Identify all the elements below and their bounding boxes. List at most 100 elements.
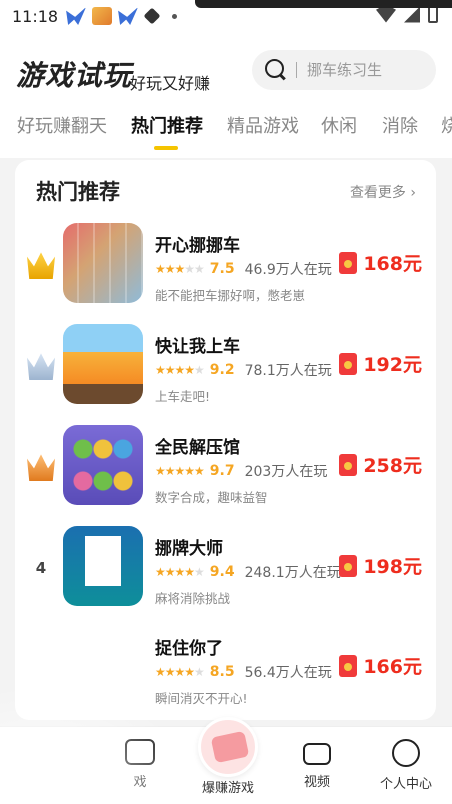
- red-packet-icon: [339, 352, 358, 375]
- nav-video[interactable]: 视频: [277, 739, 357, 790]
- rating-stars-icon: ★★★★★: [155, 363, 205, 377]
- tab-premium-games[interactable]: 精品游戏: [227, 112, 299, 138]
- hot-recommend-card: 热门推荐 查看更多 › 开心挪挪车 ★★★★★ 7.5 46.9万人在玩 能不能…: [15, 160, 436, 720]
- game-row[interactable]: 4 挪牌大师 ★★★★★ 9.4 248.1万人在玩 麻将消除挑战 198元: [15, 526, 436, 626]
- red-packet-icon: [339, 654, 358, 677]
- page-title: 游戏试玩: [16, 59, 133, 92]
- game-meta: ★★★★★ 9.7 203万人在玩: [155, 461, 327, 481]
- nav-label: 个人中心: [379, 777, 432, 792]
- game-name: 全民解压馆: [155, 438, 240, 458]
- see-more-link[interactable]: 查看更多 ›: [350, 182, 416, 202]
- red-packet-icon: [339, 251, 358, 274]
- reward-amount: 168元: [363, 253, 422, 275]
- reward-amount: 258元: [363, 455, 422, 477]
- game-row[interactable]: 开心挪挪车 ★★★★★ 7.5 46.9万人在玩 能不能把车挪好啊，憋老崽 16…: [15, 223, 436, 323]
- game-name: 捉住你了: [155, 639, 223, 659]
- game-desc: 上车走吧!: [155, 389, 211, 404]
- parking-game-icon[interactable]: [63, 223, 143, 303]
- reward-amount: 198元: [363, 556, 422, 578]
- tab-hot-recommend[interactable]: 热门推荐: [131, 112, 203, 138]
- game-row[interactable]: 全民解压馆 ★★★★★ 9.7 203万人在玩 数字合成，趣味益智 258元: [15, 425, 436, 525]
- category-tabs: 好玩赚翻天 热门推荐 精品游戏 休闲 消除 烧: [0, 102, 452, 158]
- game-rating: 7.5: [209, 261, 235, 277]
- game-name: 快让我上车: [155, 337, 240, 357]
- nav-label: 戏: [133, 775, 147, 790]
- game-meta: ★★★★★ 9.4 248.1万人在玩: [155, 562, 341, 582]
- rating-stars-icon: ★★★★★: [155, 262, 205, 276]
- status-time: 11:18: [12, 6, 59, 26]
- rank-number: 4: [35, 559, 47, 577]
- face-icon: [392, 739, 420, 767]
- game-row[interactable]: 捉住你了 ★★★★★ 8.5 56.4万人在玩 瞬间消灭不开心! 166元: [15, 626, 436, 726]
- header: 游戏试玩 好玩又好赚: [0, 32, 452, 102]
- game-name: 挪牌大师: [155, 539, 223, 559]
- app-notification-icon: [92, 7, 113, 25]
- rating-stars-icon: ★★★★★: [155, 464, 205, 478]
- game-rating: 9.2: [209, 362, 235, 378]
- rank-gold-crown-icon: [27, 252, 55, 279]
- reward-amount: 166元: [363, 656, 422, 678]
- game-reward[interactable]: 192元: [339, 350, 422, 377]
- app-notification-icon: [66, 7, 87, 25]
- game-icon: [125, 739, 155, 765]
- card-title: 热门推荐: [36, 180, 120, 204]
- bottom-nav: 戏 爆赚游戏 视频 个人中心: [0, 717, 452, 804]
- more-notifications-dot-icon: [172, 13, 178, 19]
- app-notification-icon: [118, 7, 139, 25]
- game-rating: 9.7: [209, 463, 235, 479]
- search-icon[interactable]: [264, 58, 288, 82]
- nav-label: 爆赚游戏: [201, 781, 254, 796]
- search-divider: [296, 62, 297, 78]
- video-icon: [303, 743, 331, 765]
- bus-game-icon[interactable]: [63, 324, 143, 404]
- game-rating: 8.5: [209, 664, 235, 680]
- game-players: 46.9万人在玩: [244, 262, 332, 278]
- tab-casual[interactable]: 休闲: [321, 112, 357, 138]
- page-subtitle: 好玩又好赚: [130, 74, 211, 93]
- red-packet-icon: [339, 554, 358, 577]
- reward-amount: 192元: [363, 354, 422, 376]
- nav-profile[interactable]: 个人中心: [366, 739, 446, 792]
- nav-earn-games[interactable]: 爆赚游戏: [188, 777, 268, 796]
- game-desc: 数字合成，趣味益智: [155, 490, 268, 505]
- rank-bronze-crown-icon: [27, 454, 55, 481]
- battery-icon: [428, 6, 438, 23]
- search-box[interactable]: [252, 50, 436, 90]
- game-row[interactable]: 快让我上车 ★★★★★ 9.2 78.1万人在玩 上车走吧! 192元: [15, 324, 436, 424]
- game-players: 56.4万人在玩: [244, 665, 332, 681]
- money-icon[interactable]: [198, 717, 258, 777]
- game-name: 开心挪挪车: [155, 236, 240, 256]
- game-reward[interactable]: 166元: [339, 652, 422, 679]
- game-reward[interactable]: 258元: [339, 451, 422, 478]
- tab-match[interactable]: 消除: [382, 112, 418, 138]
- game-reward[interactable]: 198元: [339, 552, 422, 579]
- game-rating: 9.4: [209, 564, 235, 580]
- wifi-icon: [376, 6, 396, 23]
- nav-games[interactable]: 戏: [100, 739, 180, 790]
- tab-fun-earn[interactable]: 好玩赚翻天: [17, 112, 107, 138]
- game-players: 248.1万人在玩: [244, 565, 341, 581]
- signal-icon: [404, 6, 420, 23]
- app-notification-icon: [143, 7, 161, 25]
- tab-more[interactable]: 烧: [441, 112, 452, 138]
- game-meta: ★★★★★ 8.5 56.4万人在玩: [155, 662, 332, 682]
- system-icons: [376, 6, 438, 23]
- top-overlay-bar: [195, 0, 452, 8]
- game-desc: 瞬间消灭不开心!: [155, 691, 248, 706]
- rating-stars-icon: ★★★★★: [155, 565, 205, 579]
- stack-game-icon[interactable]: [63, 425, 143, 505]
- game-meta: ★★★★★ 7.5 46.9万人在玩: [155, 259, 332, 279]
- game-players: 203万人在玩: [244, 464, 328, 480]
- catch-game-icon[interactable]: [63, 626, 143, 706]
- rank-silver-crown-icon: [27, 353, 55, 380]
- game-players: 78.1万人在玩: [244, 363, 332, 379]
- tab-indicator: [154, 146, 178, 150]
- red-packet-icon: [339, 453, 358, 476]
- game-meta: ★★★★★ 9.2 78.1万人在玩: [155, 360, 332, 380]
- mahjong-game-icon[interactable]: [63, 526, 143, 606]
- game-desc: 能不能把车挪好啊，憋老崽: [155, 288, 306, 303]
- game-reward[interactable]: 168元: [339, 249, 422, 276]
- nav-label: 视频: [303, 775, 330, 790]
- game-desc: 麻将消除挑战: [155, 591, 231, 606]
- search-input[interactable]: [307, 61, 417, 79]
